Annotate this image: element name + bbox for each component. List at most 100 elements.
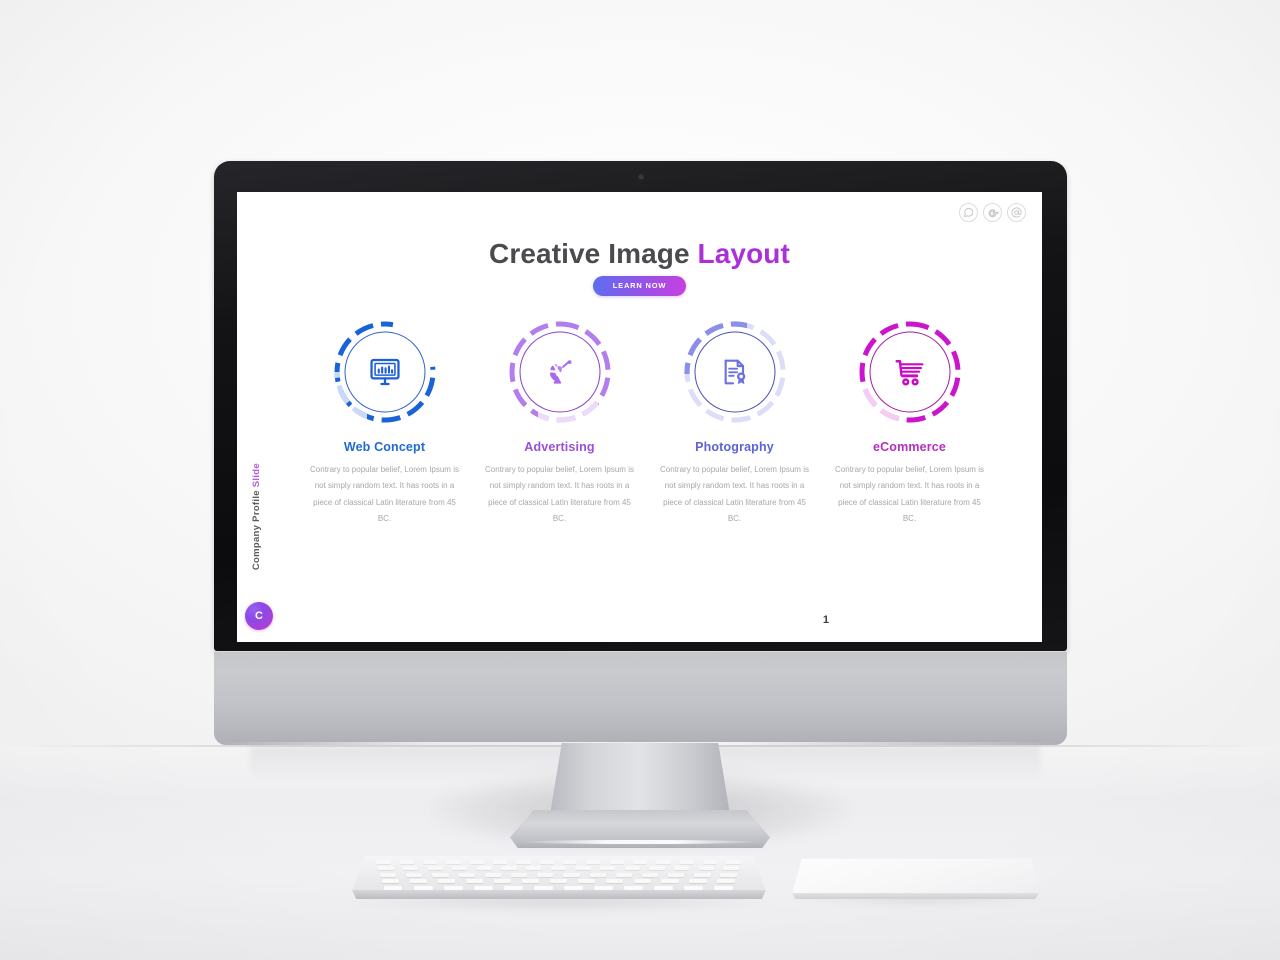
page-number: 1	[822, 614, 829, 626]
monitor-mockup: Creative Image Layout LEARN NOW Web Conc…	[214, 161, 1067, 745]
feature-description: Contrary to popular belief, Lorem Ipsum …	[485, 465, 634, 524]
feature-description: Contrary to popular belief, Lorem Ipsum …	[310, 465, 459, 524]
keyboard-key	[689, 879, 707, 884]
cta-container: LEARN NOW	[237, 275, 1042, 296]
at-email-icon[interactable]	[1007, 203, 1026, 222]
page-title-accent: Layout	[697, 238, 790, 269]
keyboard-key	[577, 879, 595, 884]
keyboard-key	[413, 885, 433, 890]
certificate-award-icon	[715, 352, 755, 392]
keyboard-key	[493, 879, 512, 884]
keyboard-key	[679, 859, 694, 864]
studio-scene: Creative Image Layout LEARN NOW Web Conc…	[0, 0, 1280, 960]
feature-title: eCommerce	[873, 440, 946, 454]
keyboard-key	[723, 866, 739, 871]
keyboard-key	[452, 866, 468, 871]
keyboard-key	[476, 866, 493, 871]
keyboard-key	[654, 885, 673, 890]
monitor-chart-icon	[365, 352, 405, 392]
keyboard-key	[526, 866, 542, 871]
keyboard-key	[484, 872, 502, 877]
keyboard-key	[465, 879, 484, 884]
keyboard-key	[473, 885, 493, 890]
feature-card[interactable]: Web Concept Contrary to popular belief, …	[297, 320, 472, 528]
satellite-dish-icon	[540, 352, 580, 392]
segmented-ring	[333, 320, 437, 424]
keyboard-key	[586, 859, 601, 864]
keyboard-key	[624, 866, 641, 871]
keyboard-key	[380, 872, 397, 877]
presentation-slide: Creative Image Layout LEARN NOW Web Conc…	[237, 192, 1042, 642]
whatsapp-icon[interactable]	[959, 203, 978, 222]
keyboard-key	[649, 866, 665, 871]
page-title: Creative Image Layout	[237, 238, 1042, 270]
keyboard-key	[446, 859, 461, 864]
keyboard-key	[443, 885, 463, 890]
brand-logo-badge[interactable]: C	[245, 602, 273, 630]
feature-card[interactable]: eCommerce Contrary to popular belief, Lo…	[822, 320, 997, 528]
keyboard-key	[684, 885, 703, 890]
keyboard-key	[615, 872, 632, 877]
keyboard-key	[492, 859, 508, 864]
keyboard-key	[594, 885, 613, 890]
keyboard-key	[624, 885, 643, 890]
keyboard-key	[521, 879, 540, 884]
keyboard-key	[563, 885, 583, 890]
keyboard-key	[533, 885, 553, 890]
keyboard-front-edge	[352, 890, 766, 899]
trackpad[interactable]	[792, 856, 1039, 900]
feature-card[interactable]: Photography Contrary to popular belief, …	[647, 320, 822, 528]
keyboard-key	[717, 879, 735, 884]
keyboard-key	[726, 859, 741, 864]
feature-title: Web Concept	[343, 440, 426, 454]
keyboard-key	[720, 872, 737, 877]
keyboard-keys	[373, 859, 746, 891]
feature-description: Contrary to popular belief, Lorem Ipsum …	[660, 465, 809, 524]
vertical-label-accent: Slide	[251, 462, 262, 488]
keyboard-key	[668, 872, 685, 877]
webcam-icon	[638, 175, 643, 179]
keyboard-key	[698, 866, 714, 871]
keyboard-key	[511, 872, 528, 877]
keyboard-key	[516, 859, 531, 864]
monitor-chin	[214, 651, 1067, 745]
vertical-label-main: Company Profile	[251, 487, 262, 570]
keyboard-key	[537, 872, 554, 877]
keyboard-key	[609, 859, 624, 864]
keyboard-key	[427, 866, 443, 871]
stand-base-highlight	[520, 840, 760, 844]
vertical-brand-label: Company Profile Slide	[251, 463, 262, 570]
keyboard-key	[437, 879, 456, 884]
feature-title: Photography	[695, 440, 774, 454]
keyboard-key	[539, 859, 555, 864]
feature-title: Advertising	[524, 440, 595, 454]
keyboard-key	[589, 872, 606, 877]
keyboard-key	[575, 866, 591, 871]
keyboard-key	[383, 885, 403, 890]
keyboard-key	[432, 872, 449, 877]
keyboard-key	[458, 872, 475, 877]
trackpad-front-edge	[792, 893, 1039, 899]
keyboard-key	[501, 866, 517, 871]
segmented-ring	[508, 320, 612, 424]
keyboard-key	[641, 872, 659, 877]
page-title-main: Creative Image	[489, 238, 698, 269]
google-plus-icon[interactable]	[983, 203, 1002, 222]
keyboard[interactable]	[352, 852, 766, 900]
keyboard-key	[423, 859, 438, 864]
keyboard-key	[633, 879, 651, 884]
keyboard-key	[381, 879, 400, 884]
feature-grid: Web Concept Contrary to popular belief, …	[297, 320, 997, 528]
feature-card[interactable]: Advertising Contrary to popular belief, …	[472, 320, 647, 528]
keyboard-key	[562, 859, 578, 864]
keyboard-key	[376, 859, 391, 864]
learn-now-button[interactable]: LEARN NOW	[592, 276, 687, 296]
social-icon-row	[959, 203, 1026, 222]
keyboard-key	[702, 859, 718, 864]
keyboard-key	[402, 866, 419, 871]
keyboard-key	[605, 879, 623, 884]
segmented-ring	[683, 320, 787, 424]
keyboard-key	[409, 879, 428, 884]
keyboard-key	[550, 866, 567, 871]
keyboard-key	[406, 872, 423, 877]
